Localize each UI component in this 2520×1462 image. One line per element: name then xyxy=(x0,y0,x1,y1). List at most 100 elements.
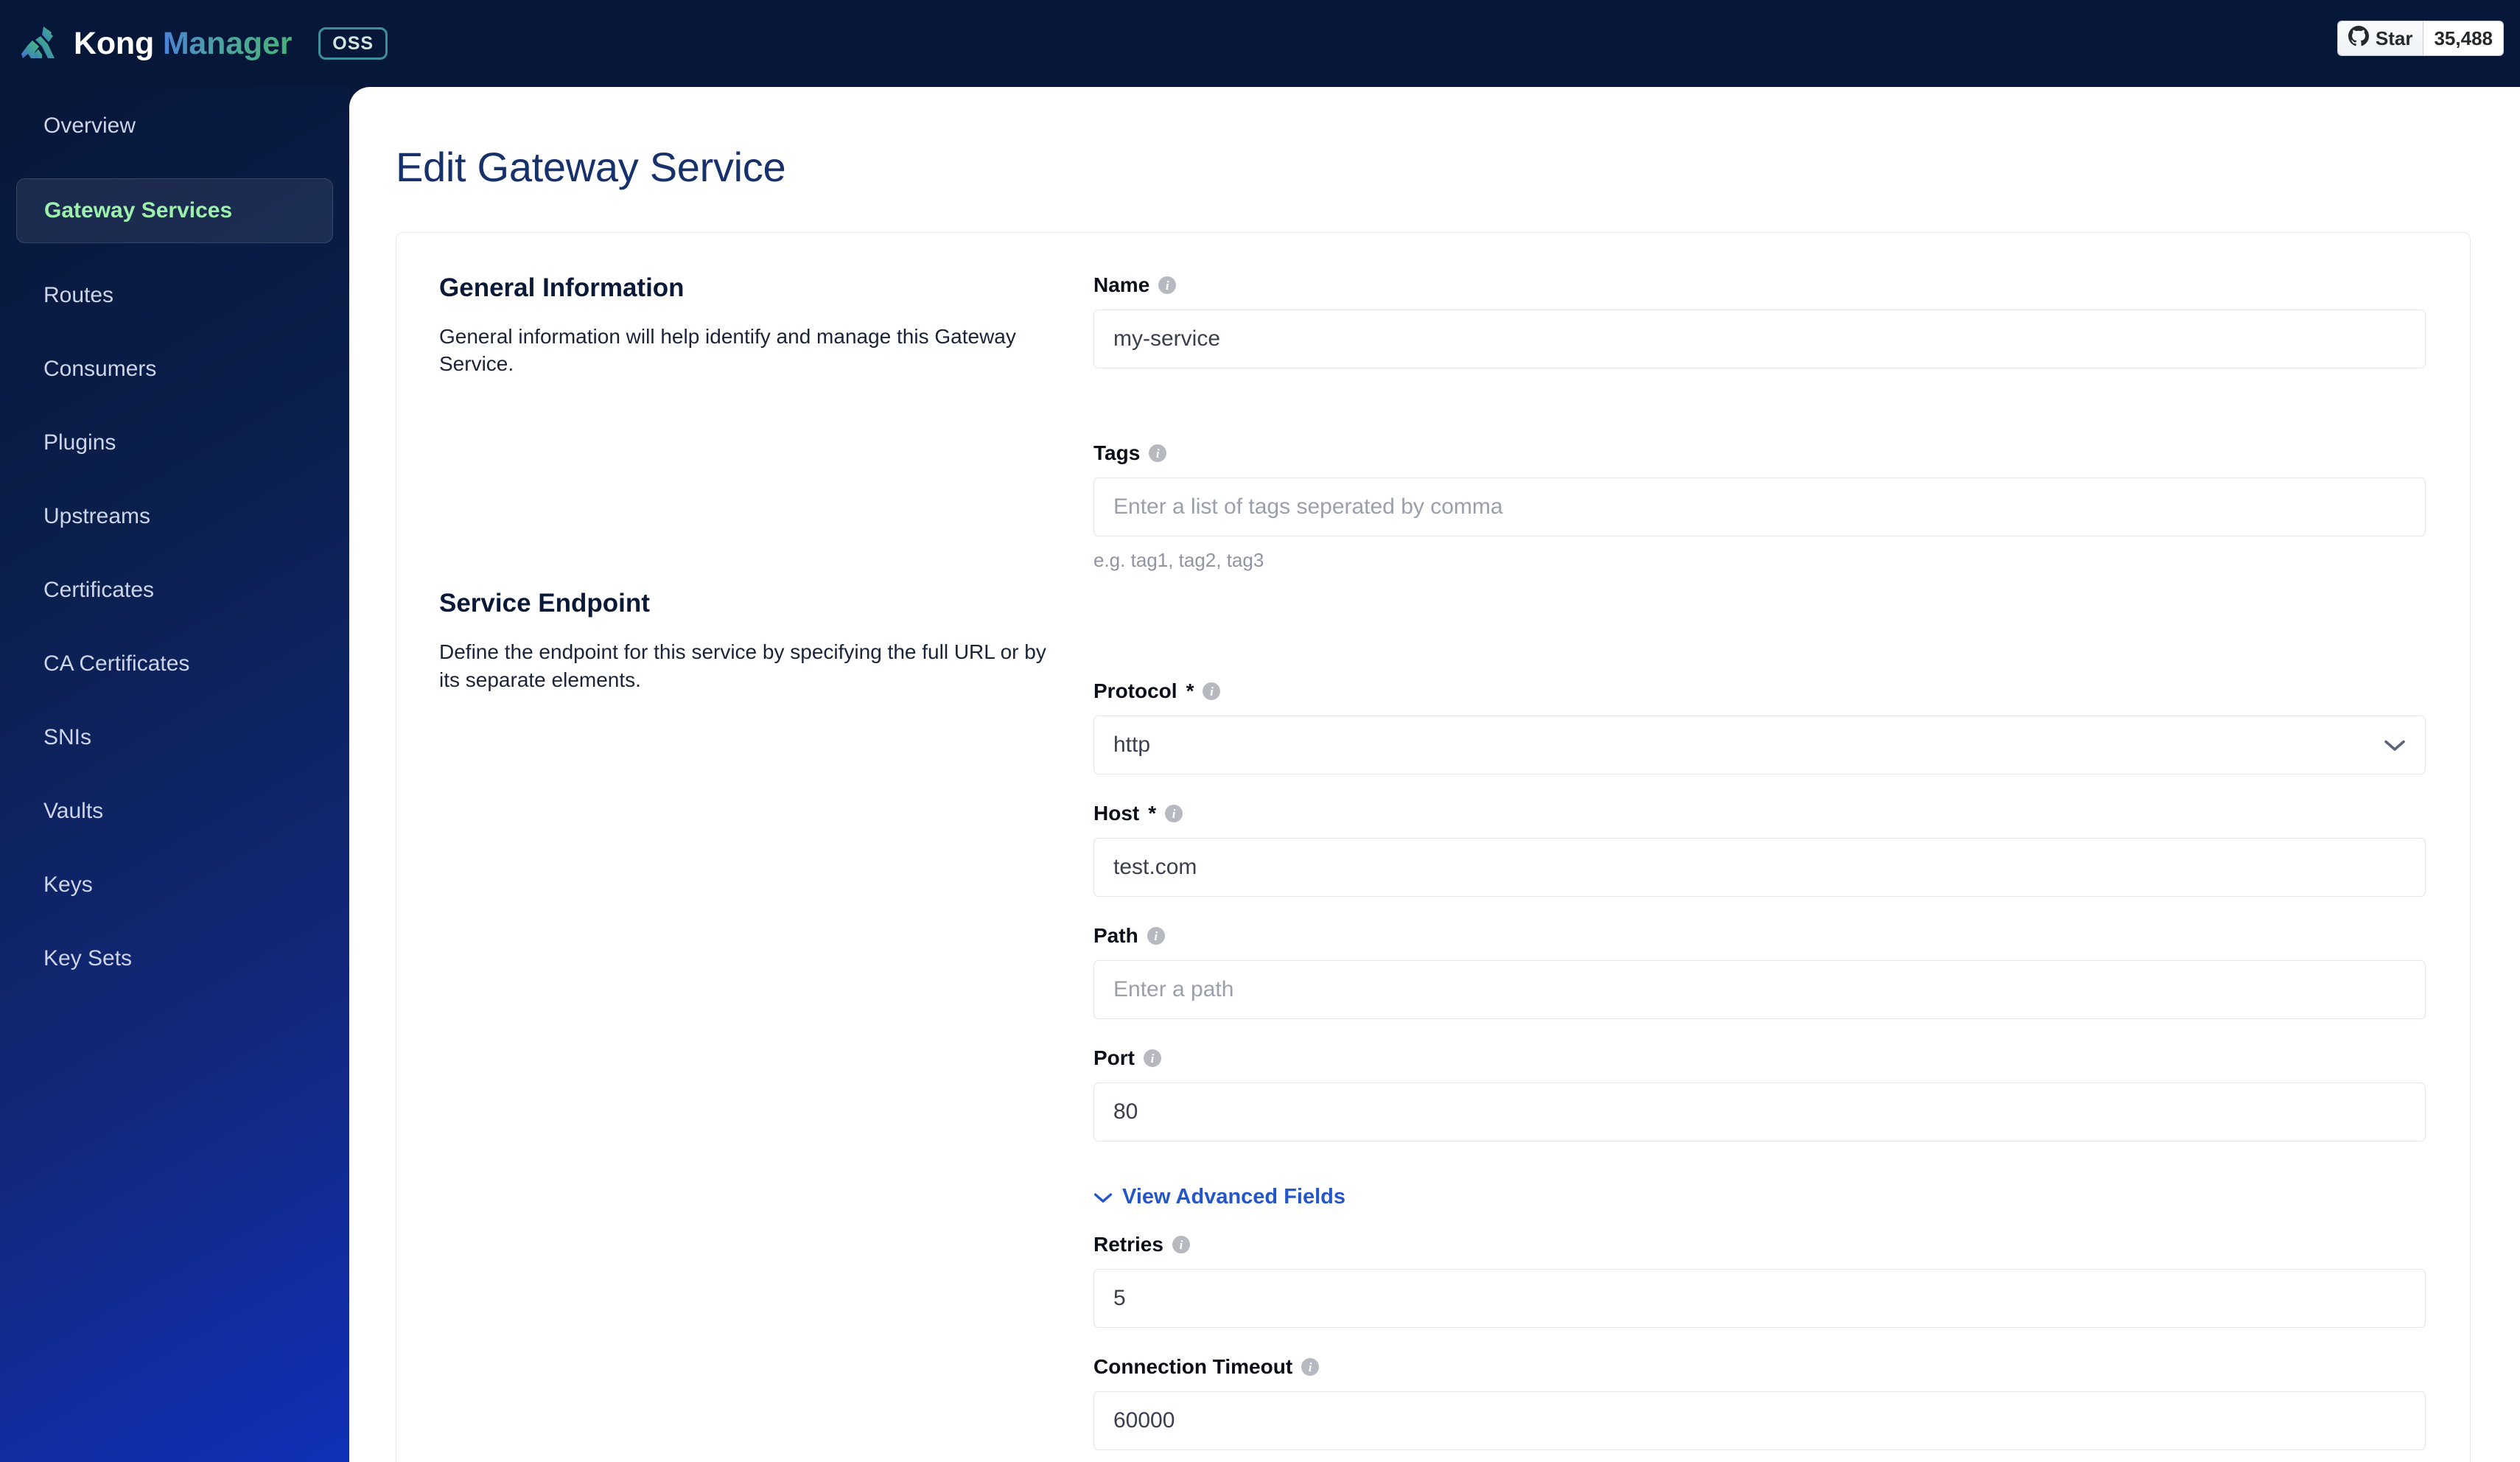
info-icon[interactable]: i xyxy=(1172,1236,1190,1253)
sidebar-item-consumers[interactable]: Consumers xyxy=(16,348,333,391)
path-input[interactable]: Enter a path xyxy=(1093,960,2426,1019)
info-icon[interactable]: i xyxy=(1144,1049,1161,1067)
connection-timeout-field-group: Connection Timeout i 60000 xyxy=(1093,1355,2426,1450)
connection-timeout-label-row: Connection Timeout i xyxy=(1093,1355,2426,1379)
host-input[interactable]: test.com xyxy=(1093,838,2426,897)
brand-secondary: Manager xyxy=(162,25,293,61)
connection-timeout-input[interactable]: 60000 xyxy=(1093,1391,2426,1450)
sidebar: Overview Gateway Services Routes Consume… xyxy=(0,87,349,1462)
service-endpoint-title: Service Endpoint xyxy=(439,589,650,618)
gateway-service-form-card: General Information General information … xyxy=(396,232,2471,1462)
field-spacer xyxy=(1093,396,2426,441)
github-star-count[interactable]: 35,488 xyxy=(2423,21,2503,55)
retries-field-group: Retries i 5 xyxy=(1093,1233,2426,1328)
sidebar-item-keys[interactable]: Keys xyxy=(16,864,333,906)
path-field-group: Path i Enter a path xyxy=(1093,924,2426,1019)
app-root: Kong Manager OSS Star 35,488 Overview Ga… xyxy=(0,0,2520,1462)
port-field-group: Port i 80 xyxy=(1093,1046,2426,1141)
field-spacer xyxy=(1093,634,2426,679)
host-field-group: Host * i test.com xyxy=(1093,802,2426,897)
sidebar-item-key-sets[interactable]: Key Sets xyxy=(16,937,333,980)
port-input[interactable]: 80 xyxy=(1093,1082,2426,1141)
path-label: Path xyxy=(1093,924,1138,947)
edition-badge: OSS xyxy=(318,27,388,60)
page-title: Edit Gateway Service xyxy=(396,144,786,190)
name-input[interactable]: my-service xyxy=(1093,309,2426,368)
protocol-selected-value: http xyxy=(1113,732,1151,757)
protocol-required-mark: * xyxy=(1186,679,1194,702)
tags-field-group: Tags i Enter a list of tags seperated by… xyxy=(1093,441,2426,572)
general-information-description: General information will help identify a… xyxy=(439,325,1016,376)
info-icon[interactable]: i xyxy=(1147,927,1165,945)
sidebar-item-snis[interactable]: SNIs xyxy=(16,716,333,759)
name-label: Name xyxy=(1093,273,1150,296)
form-fields-column: Name i my-service Tags i Enter a list of… xyxy=(1093,273,2426,1462)
retries-input[interactable]: 5 xyxy=(1093,1269,2426,1328)
sidebar-item-routes[interactable]: Routes xyxy=(16,274,333,317)
sidebar-item-vaults[interactable]: Vaults xyxy=(16,790,333,833)
info-icon[interactable]: i xyxy=(1301,1358,1320,1376)
service-endpoint-description: Define the endpoint for this service by … xyxy=(439,640,1046,691)
brand-logo[interactable]: Kong Manager OSS xyxy=(19,24,388,63)
host-label: Host xyxy=(1093,802,1140,825)
github-star-button[interactable]: Star 35,488 xyxy=(2337,21,2504,56)
sidebar-item-gateway-services[interactable]: Gateway Services xyxy=(16,178,333,243)
sidebar-item-overview[interactable]: Overview xyxy=(16,105,333,147)
github-icon xyxy=(2348,25,2369,52)
name-label-row: Name i xyxy=(1093,273,2426,297)
port-label: Port xyxy=(1093,1046,1135,1069)
host-label-row: Host * i xyxy=(1093,802,2426,825)
sidebar-item-upstreams[interactable]: Upstreams xyxy=(16,495,333,538)
form-sections-column: General Information General information … xyxy=(439,273,1051,1462)
tags-hint: e.g. tag1, tag2, tag3 xyxy=(1093,549,1264,571)
retries-label: Retries xyxy=(1093,1233,1163,1256)
general-information-title: General Information xyxy=(439,273,685,302)
service-endpoint-section: Service Endpoint Define the endpoint for… xyxy=(439,589,1051,693)
github-star-label: Star xyxy=(2375,27,2413,49)
chevron-down-icon[interactable] xyxy=(2384,732,2406,758)
info-icon[interactable]: i xyxy=(1158,276,1177,294)
tags-label: Tags xyxy=(1093,441,1141,464)
host-required-mark: * xyxy=(1148,802,1157,825)
protocol-label-row: Protocol * i xyxy=(1093,679,2426,703)
info-icon[interactable]: i xyxy=(1149,444,1167,462)
sidebar-item-ca-certificates[interactable]: CA Certificates xyxy=(16,643,333,685)
name-field-group: Name i my-service xyxy=(1093,273,2426,368)
main-content: Edit Gateway Service General Information… xyxy=(349,87,2520,1462)
field-spacer xyxy=(1093,588,2426,634)
brand-primary: Kong xyxy=(74,25,155,61)
port-label-row: Port i xyxy=(1093,1046,2426,1070)
view-advanced-fields-toggle[interactable]: View Advanced Fields xyxy=(1093,1185,1345,1209)
tags-label-row: Tags i xyxy=(1093,441,2426,465)
general-information-section: General Information General information … xyxy=(439,273,1051,377)
chevron-down-icon xyxy=(1093,1185,1113,1209)
connection-timeout-label: Connection Timeout xyxy=(1093,1355,1293,1378)
retries-label-row: Retries i xyxy=(1093,1233,2426,1256)
sidebar-item-certificates[interactable]: Certificates xyxy=(16,569,333,612)
brand-title: Kong Manager xyxy=(74,26,292,62)
path-label-row: Path i xyxy=(1093,924,2426,948)
protocol-label: Protocol xyxy=(1093,679,1177,702)
info-icon[interactable]: i xyxy=(1203,682,1221,700)
sidebar-item-plugins[interactable]: Plugins xyxy=(16,422,333,464)
tags-input[interactable]: Enter a list of tags seperated by comma xyxy=(1093,478,2426,536)
view-advanced-fields-label: View Advanced Fields xyxy=(1122,1185,1345,1209)
info-icon[interactable]: i xyxy=(1165,805,1183,822)
protocol-select[interactable]: http xyxy=(1093,716,2426,774)
kong-gorilla-logo-icon xyxy=(19,24,60,63)
github-star-label-group[interactable]: Star xyxy=(2337,21,2424,55)
protocol-field-group: Protocol * i http xyxy=(1093,679,2426,774)
topbar: Kong Manager OSS Star 35,488 xyxy=(0,0,2520,87)
